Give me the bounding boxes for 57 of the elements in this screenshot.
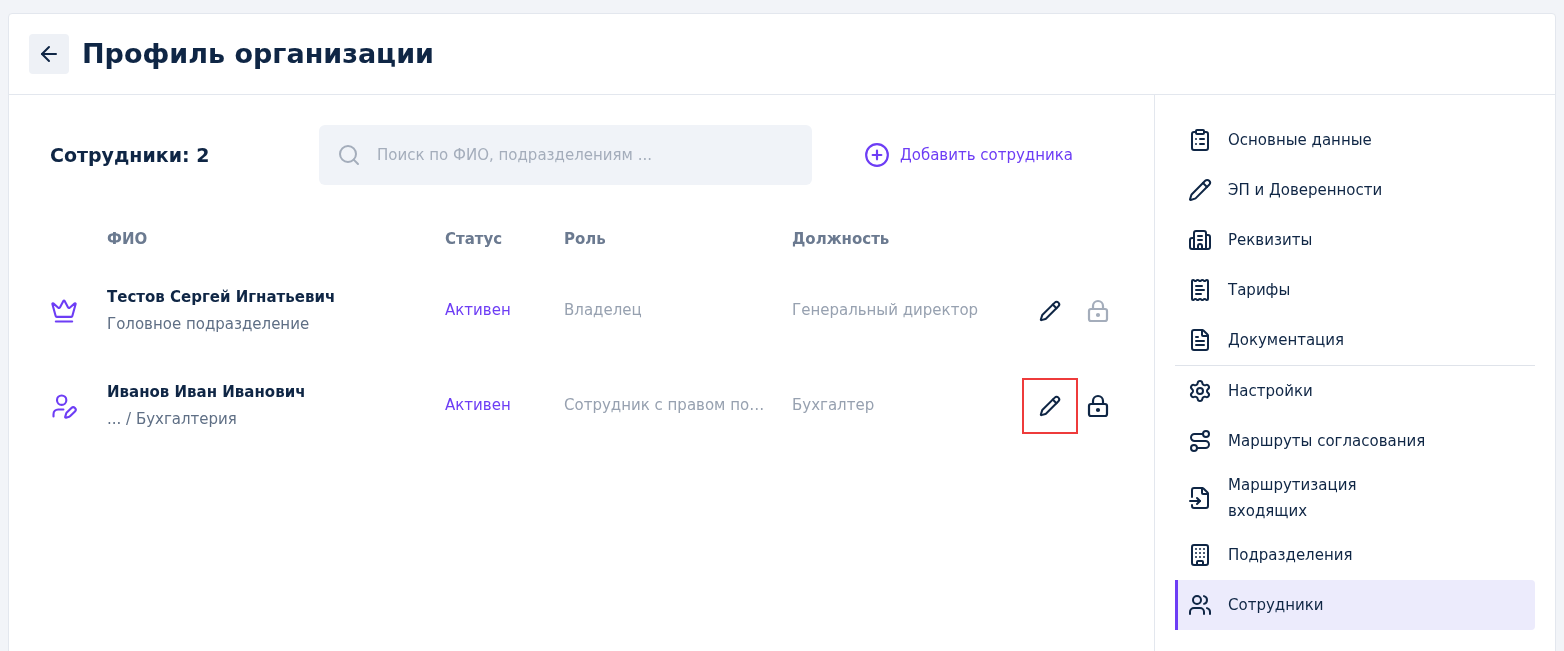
sidebar-item-label: ЭП и Доверенности xyxy=(1228,180,1383,201)
user-pen-icon xyxy=(50,391,78,420)
sidebar-item-label: Тарифы xyxy=(1228,280,1291,301)
sidebar-item-label: Подразделения xyxy=(1228,545,1353,566)
column-header: Должность xyxy=(792,228,891,250)
settings-icon xyxy=(1188,379,1212,403)
sidebar-item-label: Основные данные xyxy=(1228,130,1372,151)
sidebar-item[interactable]: ЭП и Доверенности xyxy=(1175,165,1535,215)
sidebar-item[interactable]: Основные данные xyxy=(1175,115,1535,165)
sidebar-item-label: Реквизиты xyxy=(1228,230,1313,251)
add-employee-button[interactable]: Добавить сотрудника xyxy=(864,142,1073,168)
sidebar-item-label: Документация xyxy=(1228,330,1345,351)
lock-icon xyxy=(1086,298,1110,323)
sidebar-item[interactable]: Документация xyxy=(1175,315,1535,365)
role-text: Владелец xyxy=(564,300,643,322)
users-icon xyxy=(1188,593,1212,617)
plus-circle-icon xyxy=(864,142,890,168)
employee-department: Головное подразделение xyxy=(107,313,311,335)
clipboard-icon xyxy=(1188,128,1212,152)
status-text: Активен xyxy=(445,300,512,322)
column-header: Статус xyxy=(445,228,504,250)
sidebar-item[interactable]: Настройки xyxy=(1175,366,1535,416)
sidebar-item-label: Маршрутизация входящих xyxy=(1228,475,1357,522)
route-icon xyxy=(1188,429,1212,453)
pencil-icon xyxy=(1188,178,1212,202)
file-input-icon xyxy=(1188,486,1212,510)
pencil-icon xyxy=(1039,299,1061,322)
edit-button[interactable] xyxy=(1022,377,1078,434)
sidebar-item-label: Настройки xyxy=(1228,381,1313,402)
sidebar-item[interactable]: Реквизиты xyxy=(1175,215,1535,265)
employee-department: ... / Бухгалтерия xyxy=(107,408,238,430)
pencil-icon xyxy=(1039,394,1061,417)
sidebar-item[interactable]: Сотрудники xyxy=(1175,580,1535,630)
position-text: Бухгалтер xyxy=(792,395,876,417)
office-building-icon xyxy=(1188,543,1212,567)
receipt-icon xyxy=(1188,278,1212,302)
sidebar-item-label: Сотрудники xyxy=(1228,595,1324,616)
column-header: ФИО xyxy=(107,228,149,250)
back-button[interactable] xyxy=(29,34,69,74)
position-text: Генеральный директор xyxy=(792,300,980,322)
lock-icon xyxy=(1086,393,1110,418)
page-title: Профиль организации xyxy=(82,36,434,71)
column-header: Роль xyxy=(564,228,607,250)
sidebar-item[interactable]: Тарифы xyxy=(1175,265,1535,315)
employee-name: Иванов Иван Иванович xyxy=(107,382,307,403)
document-icon xyxy=(1188,328,1212,352)
employee-name: Тестов Сергей Игнатьевич xyxy=(107,287,337,308)
employees-count-title: Сотрудники: 2 xyxy=(50,142,211,168)
sidebar-item[interactable]: Маршруты согласования xyxy=(1175,416,1535,466)
status-text: Активен xyxy=(445,395,512,417)
role-text: Сотрудник с правом по… xyxy=(564,395,766,417)
sidebar-item[interactable]: Маршрутизация входящих xyxy=(1175,466,1535,530)
sidebar-item-label: Маршруты согласования xyxy=(1228,431,1426,452)
sidebar-item[interactable]: Подразделения xyxy=(1175,530,1535,580)
search-icon xyxy=(337,143,361,167)
building-icon xyxy=(1188,228,1212,252)
search-field[interactable]: Поиск по ФИО, подразделениям ... xyxy=(319,125,812,185)
